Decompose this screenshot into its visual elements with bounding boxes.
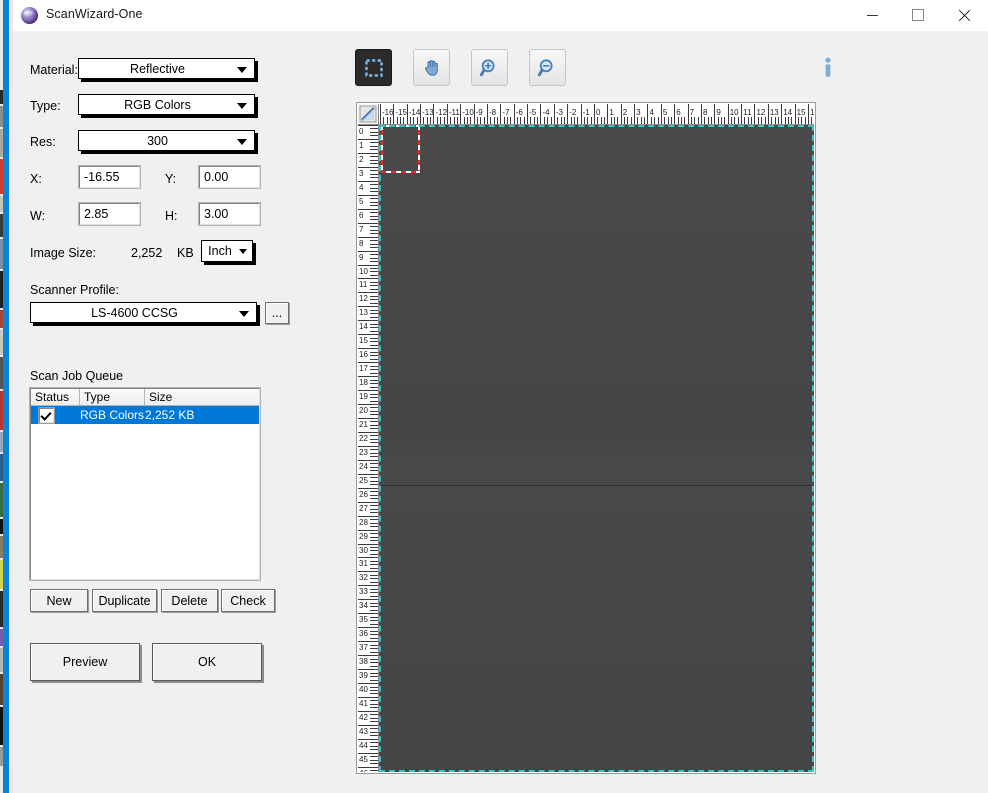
material-dropdown[interactable]: Reflective bbox=[78, 58, 255, 79]
settings-panel: Material: Reflective Type: RGB Colors Re… bbox=[13, 31, 333, 793]
chevron-down-icon bbox=[237, 139, 247, 145]
info-icon bbox=[816, 55, 840, 81]
x-label: X: bbox=[30, 172, 42, 186]
window-title: ScanWizard-One bbox=[46, 7, 143, 21]
w-label: W: bbox=[30, 209, 45, 223]
scanner-profile-browse-button[interactable]: ... bbox=[265, 302, 289, 324]
scanner-profile-label: Scanner Profile: bbox=[30, 283, 119, 297]
chevron-down-icon bbox=[239, 311, 249, 317]
zoom-out-tool[interactable] bbox=[529, 49, 566, 86]
ruler-corner-icon bbox=[358, 104, 378, 124]
app-window: ScanWizard-One Material: Reflective Type… bbox=[0, 0, 988, 793]
magnifier-minus-icon bbox=[537, 57, 559, 79]
res-dropdown[interactable]: 300 bbox=[78, 130, 255, 151]
scan-job-queue-title: Scan Job Queue bbox=[30, 369, 123, 383]
w-input[interactable]: 2.85 bbox=[79, 203, 140, 225]
hand-pan-tool[interactable] bbox=[413, 49, 450, 86]
queue-column-status: Status bbox=[31, 389, 80, 405]
queue-row-type: RGB Colors bbox=[80, 408, 145, 422]
res-value: 300 bbox=[79, 134, 254, 148]
scan-bed-texture bbox=[379, 125, 814, 772]
maximize-button[interactable] bbox=[895, 0, 941, 30]
app-globe-icon bbox=[21, 7, 38, 24]
chevron-down-icon bbox=[237, 67, 247, 73]
magnifier-plus-icon bbox=[479, 57, 501, 79]
checkbox-checked-icon[interactable] bbox=[39, 408, 54, 423]
image-size-label: Image Size: bbox=[30, 246, 96, 260]
scan-preview-frame[interactable]: -16-15-14-13-12-11-10-9-8-7-6-5-4-3-2-10… bbox=[356, 102, 816, 774]
ok-button[interactable]: OK bbox=[152, 643, 262, 681]
chevron-down-icon bbox=[239, 249, 247, 254]
check-button[interactable]: Check bbox=[221, 589, 275, 612]
preview-panel: -16-15-14-13-12-11-10-9-8-7-6-5-4-3-2-10… bbox=[333, 31, 988, 793]
client-area: Material: Reflective Type: RGB Colors Re… bbox=[13, 31, 988, 793]
units-dropdown[interactable]: Inch bbox=[201, 240, 253, 262]
res-label: Res: bbox=[30, 135, 56, 149]
y-label: Y: bbox=[165, 172, 176, 186]
minimize-button[interactable] bbox=[849, 0, 895, 30]
zoom-in-tool[interactable] bbox=[471, 49, 508, 86]
preview-button[interactable]: Preview bbox=[30, 643, 140, 681]
info-tool[interactable] bbox=[809, 49, 846, 86]
ruler-origin-icon[interactable] bbox=[358, 104, 379, 125]
queue-column-size: Size bbox=[145, 389, 259, 405]
hand-icon bbox=[421, 57, 443, 79]
maximize-icon bbox=[912, 9, 924, 21]
h-label: H: bbox=[165, 209, 178, 223]
type-dropdown[interactable]: RGB Colors bbox=[78, 94, 255, 115]
scanner-profile-dropdown[interactable]: LS-4600 CCSG bbox=[30, 302, 257, 323]
scanner-profile-value: LS-4600 CCSG bbox=[31, 306, 256, 320]
vertical-ruler: 0123456789101112131415161718192021222324… bbox=[358, 125, 379, 772]
delete-button[interactable]: Delete bbox=[161, 589, 218, 612]
marquee-icon bbox=[363, 57, 385, 79]
title-bar: ScanWizard-One bbox=[13, 0, 988, 32]
background-app-strip bbox=[0, 0, 13, 793]
queue-column-type: Type bbox=[80, 389, 145, 405]
close-icon bbox=[958, 9, 971, 22]
minimize-icon bbox=[867, 15, 878, 16]
y-input[interactable]: 0.00 bbox=[199, 166, 260, 188]
new-button[interactable]: New bbox=[30, 589, 88, 612]
chevron-down-icon bbox=[237, 103, 247, 109]
selection-marquee[interactable] bbox=[381, 125, 420, 173]
image-size-unit: KB bbox=[177, 246, 194, 260]
horizontal-ruler: -16-15-14-13-12-11-10-9-8-7-6-5-4-3-2-10… bbox=[379, 104, 814, 125]
scan-bed-seam-line bbox=[379, 485, 814, 486]
material-label: Material: bbox=[30, 63, 78, 77]
queue-row-status[interactable] bbox=[31, 408, 80, 423]
type-label: Type: bbox=[30, 99, 61, 113]
queue-row[interactable]: RGB Colors 2,252 KB bbox=[31, 406, 259, 424]
x-input[interactable]: -16.55 bbox=[79, 166, 140, 188]
type-value: RGB Colors bbox=[79, 98, 254, 112]
material-value: Reflective bbox=[79, 62, 254, 76]
marquee-select-tool[interactable] bbox=[355, 49, 392, 86]
scan-bed[interactable] bbox=[379, 125, 814, 772]
close-button[interactable] bbox=[941, 0, 987, 30]
h-input[interactable]: 3.00 bbox=[199, 203, 260, 225]
queue-header-row: Status Type Size bbox=[31, 389, 259, 406]
image-size-value: 2,252 bbox=[131, 246, 162, 260]
queue-row-size: 2,252 KB bbox=[145, 408, 259, 422]
scan-job-queue-list[interactable]: Status Type Size RGB Colors 2,252 KB bbox=[30, 388, 260, 580]
duplicate-button[interactable]: Duplicate bbox=[92, 589, 157, 612]
